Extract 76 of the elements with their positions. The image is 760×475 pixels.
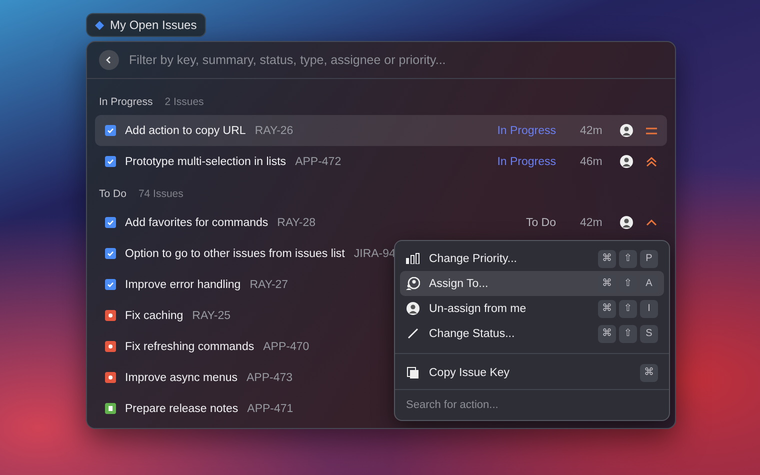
menu-item[interactable]: Change Status... ⌘ ⇧ S xyxy=(400,321,664,346)
avatar-icon xyxy=(620,155,633,168)
avatar-icon xyxy=(406,302,420,315)
shortcut-key: I xyxy=(640,300,658,318)
issue-row[interactable]: Prototype multi-selection in lists APP-472 In Progress 46m xyxy=(95,146,667,177)
shortcut-key: ⌘ xyxy=(640,364,658,382)
action-search-field[interactable]: Search for action... xyxy=(395,389,669,420)
chevron-left-icon xyxy=(105,56,113,64)
issue-title: Add action to copy URL xyxy=(125,124,246,136)
shortcut-key: ⇧ xyxy=(619,324,637,342)
issue-count: 74 Issues xyxy=(138,188,184,200)
issue-row[interactable]: Add favorites for commands RAY-28 To Do 42m xyxy=(95,207,667,238)
task-icon xyxy=(105,217,116,228)
bug-icon xyxy=(105,372,116,383)
task-icon xyxy=(105,279,116,290)
bug-icon xyxy=(105,310,116,321)
back-button[interactable] xyxy=(99,50,119,70)
menu-item[interactable]: Assign To... ⌘ ⇧ A xyxy=(400,271,664,296)
issue-title: Improve async menus xyxy=(125,372,238,384)
issue-title: Option to go to other issues from issues list xyxy=(125,248,345,260)
age-label: 42m xyxy=(580,216,604,228)
shortcut-key: ⌘ xyxy=(598,324,616,342)
section-title: In Progress xyxy=(99,96,153,108)
status-label: In Progress xyxy=(497,156,556,168)
menu-item-label: Assign To... xyxy=(429,278,488,290)
issue-title: Prototype multi-selection in lists xyxy=(125,156,286,168)
bug-icon xyxy=(105,341,116,352)
copy-icon xyxy=(406,366,420,378)
menu-item-label: Change Priority... xyxy=(429,252,517,264)
issue-count: 2 Issues xyxy=(164,96,204,108)
issue-key: APP-473 xyxy=(246,372,293,384)
issue-key: RAY-25 xyxy=(192,310,231,322)
chevron-up-icon xyxy=(646,219,657,226)
issue-title: Fix caching xyxy=(125,310,184,322)
diamond-icon xyxy=(95,20,104,30)
task-icon xyxy=(105,156,116,167)
task-icon xyxy=(105,248,116,259)
status-label: In Progress xyxy=(497,124,556,136)
filter-field[interactable]: Filter by key, summary, status, type, assignee or priority... xyxy=(127,52,663,68)
shortcut-key: ⌘ xyxy=(598,250,616,268)
issue-title: Improve error handling xyxy=(125,278,241,290)
double-chevron-icon xyxy=(646,156,657,166)
menu-item[interactable]: Un-assign from me ⌘ ⇧ I xyxy=(400,296,664,321)
story-icon xyxy=(105,403,116,414)
avatar-icon xyxy=(620,216,633,229)
section-title: To Do xyxy=(99,188,126,200)
issue-key: RAY-27 xyxy=(250,278,288,290)
issue-key: APP-470 xyxy=(263,340,310,352)
issue-key: JIRA-94 xyxy=(354,248,396,260)
shortcut-key: ⌘ xyxy=(598,300,616,318)
status-label: To Do xyxy=(526,216,556,228)
menu-item-label: Copy Issue Key xyxy=(429,366,510,378)
issue-key: APP-471 xyxy=(247,402,294,414)
menu-item-label: Un-assign from me xyxy=(429,302,526,314)
shortcut-key: S xyxy=(640,324,658,342)
shortcut-key: ⇧ xyxy=(619,250,637,268)
issue-title: Add favorites for commands xyxy=(125,216,268,228)
avatar-icon xyxy=(620,124,633,137)
issue-key: RAY-28 xyxy=(277,216,316,228)
task-icon xyxy=(105,125,116,136)
issue-key: APP-472 xyxy=(295,156,342,168)
menu-item-label: Change Status... xyxy=(429,328,515,340)
issue-key: RAY-26 xyxy=(254,124,294,136)
age-label: 42m xyxy=(580,124,604,136)
menu-item[interactable]: Change Priority... ⌘ ⇧ P xyxy=(400,246,664,271)
age-label: 46m xyxy=(580,156,604,168)
command-title: My Open Issues xyxy=(110,18,197,32)
shortcut-key: ⇧ xyxy=(619,300,637,318)
medium-priority-icon xyxy=(646,126,657,134)
issue-title: Fix refreshing commands xyxy=(125,340,254,352)
people-icon xyxy=(406,277,420,290)
menu-item[interactable]: Copy Issue Key ⌘ xyxy=(400,360,664,385)
issue-title: Prepare release notes xyxy=(125,402,238,414)
shortcut-key: P xyxy=(640,250,658,268)
priority-bars-icon xyxy=(406,253,420,264)
issue-row[interactable]: Add action to copy URL RAY-26 In Progress 42m xyxy=(95,115,667,146)
